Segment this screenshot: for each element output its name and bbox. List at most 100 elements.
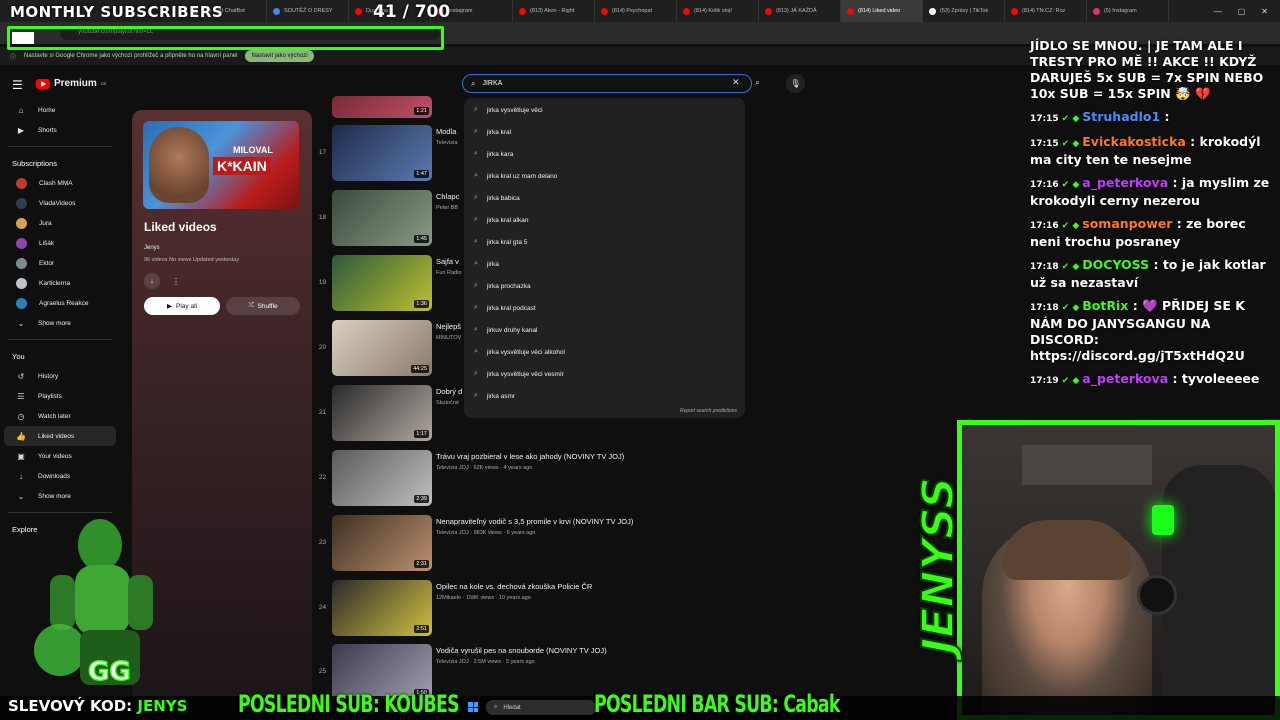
search-suggestion[interactable]: ⌕ jirka vysvětluje věci alkohol [464, 341, 745, 363]
sidebar-item[interactable]: ☰ Playlists [4, 386, 116, 406]
video-title[interactable]: Opilec na kole vs. dechová zkouška Polic… [436, 582, 592, 591]
browser-tab[interactable]: (814) Psychopat [595, 0, 677, 22]
video-title[interactable]: Nenapraviteľný vodič s 3,5 promile v krv… [436, 517, 633, 526]
sidebar-item[interactable]: 👍 Liked videos [4, 426, 116, 446]
video-index: 22 [318, 474, 327, 481]
youtube-logo[interactable]: Premium CZ [36, 78, 106, 89]
minimize-icon[interactable]: — [1214, 7, 1222, 16]
chat-username[interactable]: Evickakosticka [1082, 134, 1186, 149]
sidebar-item[interactable]: Ektor [4, 253, 116, 273]
set-default-button[interactable]: Nastavit jako výchozí [245, 50, 314, 62]
video-title[interactable]: Trávu vraj pozbieral v lese ako jahody (… [436, 452, 624, 461]
chat-username[interactable]: a_peterkova [1082, 371, 1168, 386]
search-button-icon[interactable]: ⌕ [755, 77, 760, 88]
chat-username[interactable]: a_peterkova [1082, 175, 1168, 190]
search-suggestion[interactable]: ⌕ jirka vysvětluje věci [464, 99, 745, 121]
chat-timestamp: 17:16 [1030, 180, 1059, 190]
video-thumbnail[interactable]: 1:47 [332, 125, 432, 181]
sidebar-item[interactable]: Jura [4, 213, 116, 233]
browser-tab[interactable]: (813) JÁ KAŽDÁ [759, 0, 841, 22]
search-icon: ⌕ [474, 128, 478, 135]
video-thumbnail[interactable]: 1:45 [332, 190, 432, 246]
video-title[interactable]: Chlapc [436, 192, 459, 201]
search-suggestion[interactable]: ⌕ jirkuv druhy kanal [464, 319, 745, 341]
video-thumbnail[interactable]: 1:36 [332, 255, 432, 311]
video-duration: 1:45 [414, 235, 429, 243]
sidebar-item[interactable]: ↺ History [4, 366, 116, 386]
video-title[interactable]: Modla [436, 127, 456, 136]
suggestion-text: jirka prochazka [486, 282, 531, 290]
browser-tab[interactable]: (814) Kolik stojí [677, 0, 759, 22]
chat-username[interactable]: DOCYOSS [1082, 257, 1149, 272]
video-title[interactable]: Nejlepš [436, 322, 461, 331]
sidebar-item[interactable]: ↓ Downloads [4, 466, 116, 486]
search-suggestion[interactable]: ⌕ jirka kral uz mam delano [464, 165, 745, 187]
sidebar: ⌂ Home ▶ Shorts Subscriptions Clash MMA VladaV… [0, 100, 120, 539]
search-suggestion[interactable]: ⌕ jirka kara [464, 143, 745, 165]
show-more-button[interactable]: ⌄ Show more [4, 486, 116, 506]
sidebar-item[interactable]: VladaVideos [4, 193, 116, 213]
maximize-icon[interactable]: ▢ [1238, 7, 1246, 16]
sidebar-item[interactable]: ▶ Shorts [4, 120, 116, 140]
video-title[interactable]: Sajfa v [436, 257, 459, 266]
video-thumbnail[interactable]: 1:17 [332, 385, 432, 441]
video-row[interactable]: 24 2:51 Opilec na kole vs. dechová zkouška… [315, 580, 875, 640]
windows-start-icon[interactable] [468, 702, 478, 712]
video-duration: 44:25 [411, 365, 429, 373]
search-suggestion[interactable]: ⌕ jirka asmr [464, 385, 745, 407]
playlist-owner[interactable]: Jenys [144, 245, 160, 251]
sidebar-item[interactable]: Agraelus Reakce [4, 293, 116, 313]
search-suggestion[interactable]: ⌕ jirka babica [464, 187, 745, 209]
search-suggestion[interactable]: ⌕ jirka kral alkan [464, 209, 745, 231]
taskbar-search[interactable]: ⌕ Hledat [486, 700, 596, 715]
sidebar-item[interactable]: ▣ Your videos [4, 446, 116, 466]
download-icon[interactable]: ↓ [144, 273, 160, 289]
sidebar-item[interactable]: ⌂ Home [4, 100, 116, 120]
sidebar-item[interactable]: ◷ Watch later [4, 406, 116, 426]
show-more-button[interactable]: ⌄ Show more [4, 313, 116, 333]
search-box[interactable]: ⌕ [462, 74, 752, 93]
browser-tab[interactable]: (53) Zprávy | TikTok [923, 0, 1005, 22]
voice-search-icon[interactable]: 🎙 [786, 74, 805, 93]
video-thumbnail[interactable]: 1:21 [332, 96, 432, 118]
search-suggestion[interactable]: ⌕ jirka prochazka [464, 275, 745, 297]
browser-tab[interactable]: (814) TN.CZ: Roz [1005, 0, 1087, 22]
you-header[interactable]: You [0, 346, 120, 366]
video-row[interactable]: 22 2:39 Trávu vraj pozbieral v lese ako ja… [315, 450, 875, 510]
chat-username[interactable]: Struhadlo1 [1082, 109, 1160, 124]
video-thumbnail[interactable]: 2:51 [332, 580, 432, 636]
video-title[interactable]: Dobrý d [436, 387, 462, 396]
search-input[interactable] [482, 80, 713, 87]
video-thumbnail[interactable]: 2:31 [332, 515, 432, 571]
shuffle-button[interactable]: ⤮ Shuffle [226, 297, 300, 315]
browser-tab[interactable]: (5) Instagram [1087, 0, 1169, 22]
video-row[interactable]: 23 2:31 Nenapraviteľný vodič s 3,5 promile… [315, 515, 875, 575]
clear-search-icon[interactable]: ✕ [732, 77, 740, 88]
chat-username[interactable]: somanpower [1082, 216, 1172, 231]
chat-username[interactable]: BotRix [1082, 298, 1128, 313]
video-duration: 2:51 [414, 625, 429, 633]
more-options-icon[interactable]: ⋮ [168, 273, 184, 289]
report-predictions-link[interactable]: Report search predictions [680, 408, 737, 414]
search-suggestion[interactable]: ⌕ jirka kral podcast [464, 297, 745, 319]
search-suggestion[interactable]: ⌕ jirka kral [464, 121, 745, 143]
search-suggestion[interactable]: ⌕ jirka kral gta 5 [464, 231, 745, 253]
video-title[interactable]: Vodiča vyrušil pes na snoubordе (NOVINY … [436, 646, 607, 655]
playlist-thumbnail[interactable]: MILOVAL K*KAIN [143, 121, 299, 209]
search-suggestion[interactable]: ⌕ jirka vysvětluje věci vesmír [464, 363, 745, 385]
play-all-button[interactable]: ▶ Play all [144, 297, 220, 315]
browser-tab[interactable]: (813) Akon - Right [513, 0, 595, 22]
search-suggestion[interactable]: ⌕ jirka [464, 253, 745, 275]
sidebar-item-label: Ektor [39, 259, 55, 267]
close-window-icon[interactable]: ✕ [1261, 7, 1268, 16]
browser-tab[interactable]: SOUTĚŽ O DRESY [267, 0, 349, 22]
video-thumbnail[interactable]: 2:39 [332, 450, 432, 506]
hamburger-menu-icon[interactable]: ☰ [12, 78, 23, 92]
sidebar-item[interactable]: Lišák [4, 233, 116, 253]
sidebar-item[interactable]: Clash MMA [4, 173, 116, 193]
video-thumbnail[interactable]: 44:25 [332, 320, 432, 376]
promo-code-banner: SLEVOVÝ KOD: JENYS [8, 697, 187, 715]
subscriptions-header[interactable]: Subscriptions [0, 153, 120, 173]
sidebar-item[interactable]: Karticlerna [4, 273, 116, 293]
browser-tab[interactable]: (814) Liked video [841, 0, 923, 22]
